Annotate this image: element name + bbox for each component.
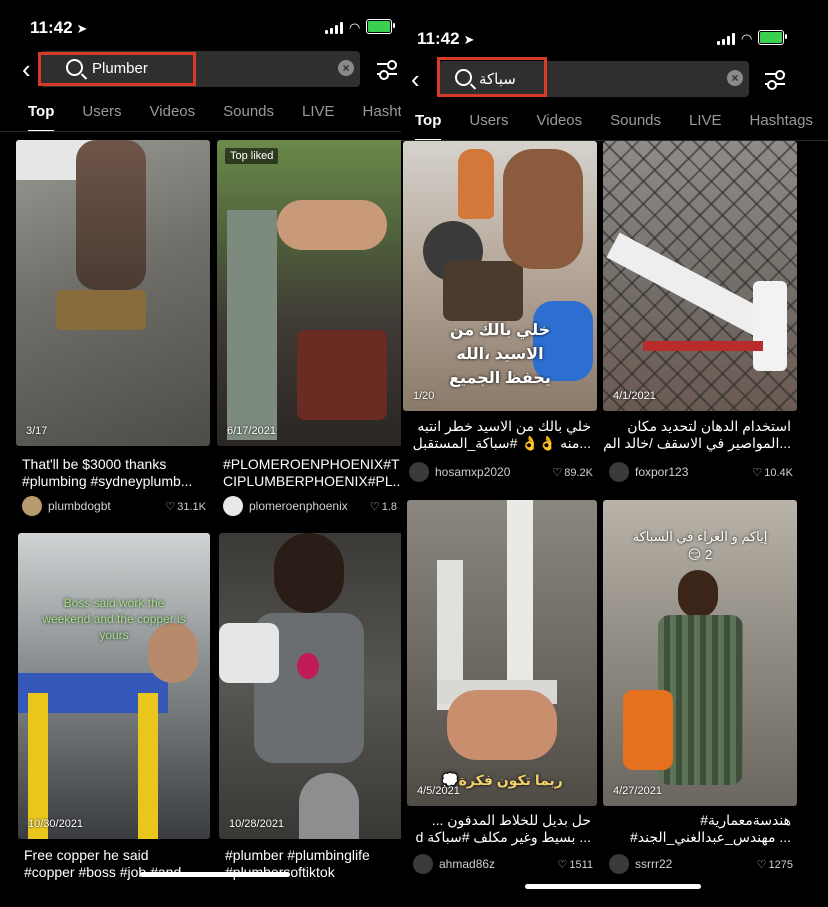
video-date: 4/27/2021 [613,785,662,797]
tab-users[interactable]: Users [455,104,522,140]
video-thumbnail: 3/17 [16,140,210,446]
video-thumbnail: ربما تكون فكرة💭 4/5/2021 [407,500,597,806]
video-caption: #PLOMEROENPHOENIX#T CIPLUMBERPHOENIX#PL.… [223,456,401,489]
video-date: 4/5/2021 [417,785,460,797]
tab-top[interactable]: Top [401,104,455,140]
video-card[interactable]: خلي بالك من الاسيد ،الله يحفظ الجميع 1/2… [403,141,597,491]
home-indicator [525,884,701,889]
avatar[interactable] [609,462,629,482]
heart-icon: ♡ [165,500,176,513]
username[interactable]: plomeroenphoenix [249,499,370,513]
battery-icon [366,19,396,34]
video-thumbnail: Boss said work the weekend and the coppe… [18,533,210,839]
heart-icon: ♡ [756,858,767,871]
video-thumbnail: إياكم و الغراء في السباكة 2 😏 4/27/2021 [603,500,797,806]
video-card[interactable]: إياكم و الغراء في السباكة 2 😏 4/27/2021 … [603,500,797,880]
video-thumbnail: خلي بالك من الاسيد ،الله يحفظ الجميع 1/2… [403,141,597,411]
video-date: 3/17 [26,425,48,437]
heart-icon: ♡ [752,466,763,479]
filter-icon[interactable] [377,60,397,80]
back-button[interactable]: ‹ [411,66,420,92]
clear-search-icon[interactable]: × [338,60,354,76]
search-tabs: Top Users Videos Sounds LIVE Hasht [0,95,401,132]
video-overlay-text: خلي بالك من الاسيد ،الله يحفظ الجميع [449,322,551,387]
status-time: 11:42 ➤ [30,18,88,37]
video-card[interactable]: 10/28/2021 #plumber #plumbinglife #plumb… [219,533,401,907]
video-card[interactable]: ربما تكون فكرة💭 4/5/2021 حل بديل للخلاط … [407,500,597,880]
video-card[interactable]: 4/1/2021 استخدام الدهان لتحديد مكان ...ا… [603,141,797,491]
video-overlay-text: Boss said work the weekend and the coppe… [42,596,186,642]
username[interactable]: plumbdogbt [48,499,165,513]
avatar[interactable] [223,496,243,516]
video-card[interactable]: Boss said work the weekend and the coppe… [18,533,210,907]
video-thumbnail: 4/1/2021 [603,141,797,411]
heart-icon: ♡ [557,858,568,871]
video-caption: That'll be $3000 thanks #plumbing #sydne… [22,456,193,489]
avatar[interactable] [609,854,629,874]
battery-icon [758,30,788,45]
like-count: ♡ 1.8 [369,500,397,513]
highlight-box [38,52,196,86]
back-button[interactable]: ‹ [22,56,31,82]
tab-live[interactable]: LIVE [675,104,736,140]
video-thumbnail: Top liked 6/17/2021 [217,140,401,446]
video-date: 1/20 [413,390,435,402]
status-bar: 11:42 ➤ ◠ [401,0,828,50]
search-tabs: Top Users Videos Sounds LIVE Hashtags [401,104,828,141]
highlight-box [437,57,547,97]
left-screenshot: 11:42 ➤ ◠ ‹ Plumber × Top Users Videos So… [0,0,401,907]
right-screenshot: 11:42 ➤ ◠ ‹ سباكة × Top Users Videos Soun… [401,0,828,907]
filter-icon[interactable] [765,70,785,90]
like-count: ♡ 31.1K [165,500,206,513]
video-date: 4/1/2021 [613,390,656,402]
username[interactable]: ssrrr22 [635,857,757,871]
heart-icon: ♡ [369,500,380,513]
tab-sounds[interactable]: Sounds [209,95,288,131]
like-count: ♡ 89.2K [552,466,593,479]
tab-hashtags[interactable]: Hashtags [736,104,827,140]
username[interactable]: hosamxp2020 [435,465,552,479]
home-indicator [140,872,290,877]
location-arrow-icon: ➤ [463,32,475,47]
tab-hashtags[interactable]: Hasht [349,95,401,131]
cellular-signal-icon [325,21,343,34]
like-count: ♡ 1275 [756,858,793,871]
avatar[interactable] [413,854,433,874]
video-caption: خلي بالك من الاسيد خطر انتبه ...منه 👌👌 #… [412,418,591,451]
video-thumbnail: 10/28/2021 [219,533,401,839]
tab-videos[interactable]: Videos [523,104,597,140]
cellular-signal-icon [717,32,735,45]
like-count: ♡ 10.4K [752,466,793,479]
video-card[interactable]: 3/17 That'll be $3000 thanks #plumbing #… [16,140,210,520]
username[interactable]: ahmad86z [439,857,557,871]
clear-search-icon[interactable]: × [727,70,743,86]
video-overlay-text: إياكم و الغراء في السباكة 2 😏 [632,529,768,562]
status-time: 11:42 ➤ [417,29,475,48]
video-date: 6/17/2021 [227,425,276,437]
status-bar: 11:42 ➤ ◠ [0,0,401,50]
tab-users[interactable]: Users [68,95,135,131]
avatar[interactable] [22,496,42,516]
video-caption: هندسةمعمارية# ... مهندس_عبدالغني_الجند# [629,812,791,845]
tab-sounds[interactable]: Sounds [596,104,675,140]
username[interactable]: foxpor123 [635,465,752,479]
video-caption: استخدام الدهان لتحديد مكان ...المواصير ف… [603,418,791,451]
wifi-icon: ◠ [349,20,361,35]
tab-live[interactable]: LIVE [288,95,349,131]
video-card[interactable]: Top liked 6/17/2021 #PLOMEROENPHOENIX#T … [217,140,401,520]
top-liked-badge: Top liked [225,148,279,164]
like-count: ♡ 1511 [557,858,593,871]
video-date: 10/28/2021 [229,818,285,830]
video-date: 10/30/2021 [28,818,84,830]
wifi-icon: ◠ [741,31,753,46]
tab-videos[interactable]: Videos [136,95,210,131]
tab-top[interactable]: Top [14,95,68,131]
video-caption: حل بديل للخلاط المدفون ... ... بسيط وغير… [415,812,591,845]
heart-icon: ♡ [552,466,563,479]
avatar[interactable] [409,462,429,482]
location-arrow-icon: ➤ [76,21,88,36]
